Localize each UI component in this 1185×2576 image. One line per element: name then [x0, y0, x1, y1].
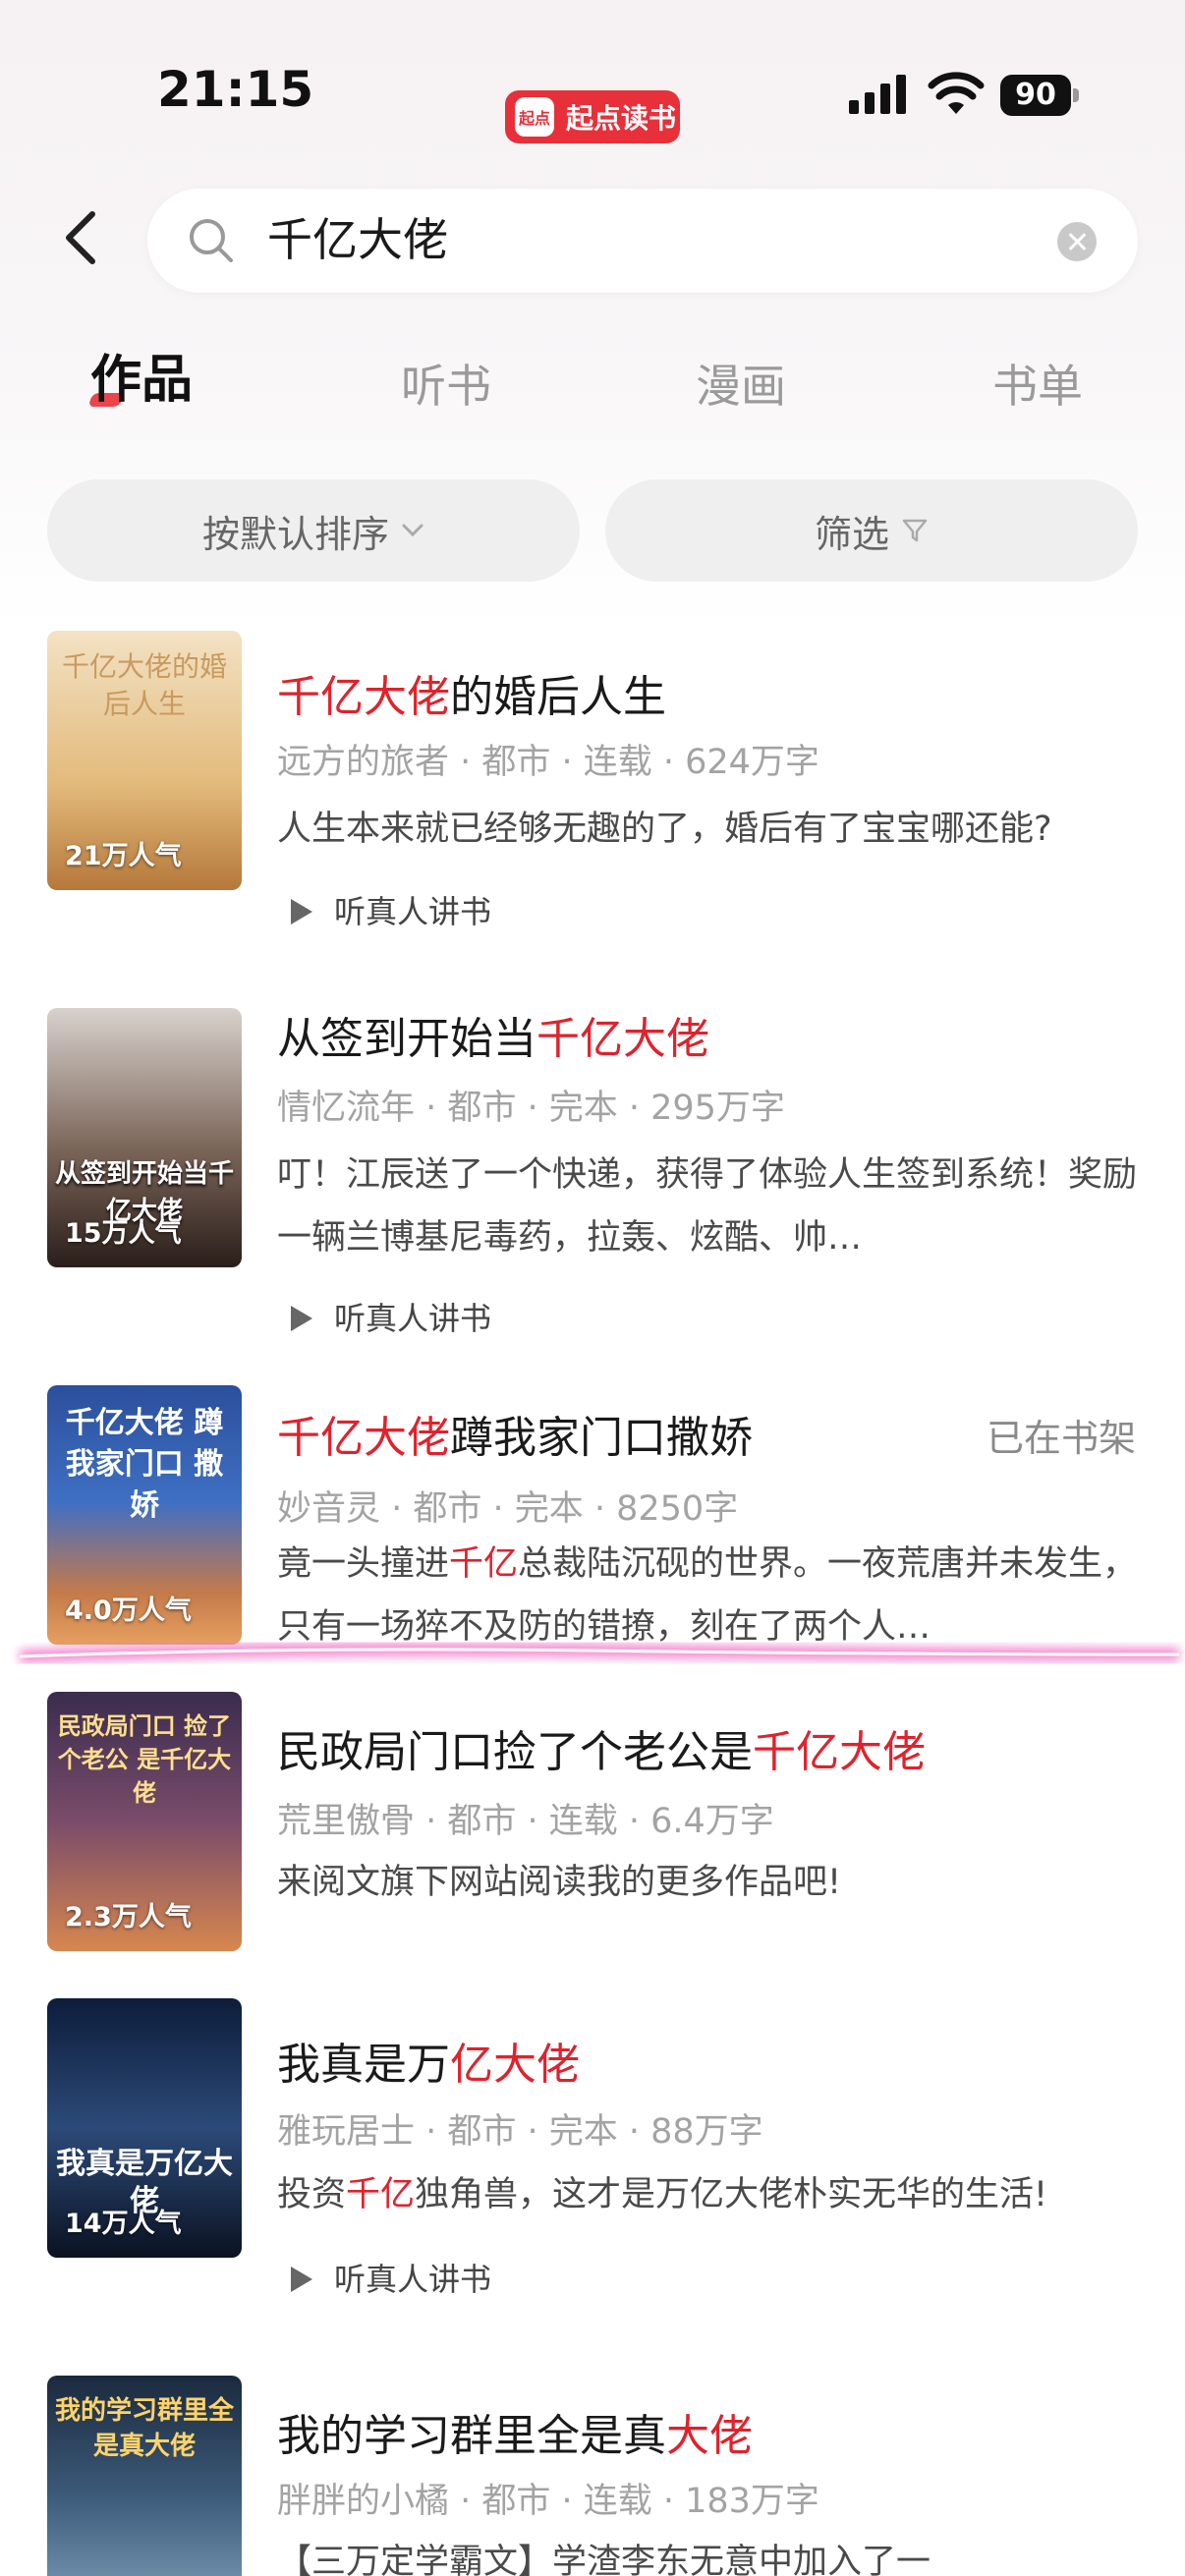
battery-icon: 90 [1000, 75, 1079, 116]
popularity-badge: 21万人气 [65, 841, 182, 871]
sort-label: 按默认排序 [201, 512, 389, 556]
audio-button[interactable]: 听真人讲书 [287, 1297, 491, 1340]
audio-label: 听真人讲书 [334, 1300, 492, 1337]
audio-label: 听真人讲书 [334, 893, 492, 930]
on-shelf-label: 已在书架 [987, 1417, 1137, 1460]
popularity-badge: 14万人气 [65, 2209, 182, 2239]
filter-button[interactable]: 筛选 [605, 479, 1138, 582]
play-icon [291, 2267, 312, 2292]
book-description: 投资千亿独角兽，这才是万亿大佬朴实无华的生活! [277, 2175, 1048, 2214]
audio-label: 听真人讲书 [334, 2261, 492, 2298]
tab-booklists[interactable]: 书单 [992, 356, 1083, 417]
wifi-icon [928, 72, 985, 114]
book-meta: 远方的旅者 · 都市 · 连载 · 624万字 [277, 743, 819, 782]
funnel-icon [902, 519, 928, 542]
book-description: 【三万定学霸文】学渣李东无意中加入了一 [277, 2543, 931, 2576]
book-description: 叮！江辰送了一个快递，获得了体验人生签到系统！奖励一辆兰博基尼毒药，拉轰、炫酷、… [277, 1155, 1138, 1258]
book-cover[interactable]: 我真是万亿大佬 14万人气 [47, 1998, 242, 2258]
popularity-badge: 15万人气 [65, 1218, 182, 1249]
book-cover[interactable]: 从签到开始当千亿大佬 15万人气 [47, 1008, 242, 1267]
book-cover[interactable]: 民政局门口 捡了个老公 是千亿大佬 2.3万人气 [47, 1692, 242, 1951]
tab-works[interactable]: 作品 [90, 350, 193, 411]
book-cover[interactable]: 千亿大佬 蹲我家门口 撒娇 4.0万人气 [47, 1385, 242, 1645]
book-title[interactable]: 从签到开始当千亿大佬 [277, 1010, 709, 1069]
cover-title: 千亿大佬的婚后人生 [61, 650, 227, 720]
filter-label: 筛选 [814, 512, 889, 556]
tab-audiobooks[interactable]: 听书 [401, 356, 491, 417]
app-name: 起点读书 [566, 102, 677, 135]
search-query[interactable]: 千亿大佬 [267, 210, 448, 269]
highlight-stroke [19, 1642, 1180, 1663]
book-title[interactable]: 千亿大佬的婚后人生 [277, 668, 666, 727]
search-icon [190, 219, 233, 262]
popularity-badge: 2.3万人气 [65, 1902, 192, 1932]
popularity-badge: 4.0万人气 [65, 1596, 192, 1626]
book-title[interactable]: 我的学习群里全是真大佬 [277, 2407, 753, 2466]
cellular-signal-icon [849, 75, 906, 114]
book-meta: 情忆流年 · 都市 · 完本 · 295万字 [277, 1089, 785, 1128]
app-badge[interactable]: 起点 起点读书 [505, 90, 680, 143]
play-icon [291, 899, 312, 924]
audio-button[interactable]: 听真人讲书 [287, 2258, 491, 2301]
book-meta: 妙音灵 · 都市 · 完本 · 8250字 [277, 1489, 739, 1529]
app-logo-icon: 起点 [515, 97, 554, 137]
book-title[interactable]: 我真是万亿大佬 [277, 2036, 580, 2095]
play-icon [291, 1306, 312, 1331]
book-meta: 荒里傲骨 · 都市 · 连载 · 6.4万字 [277, 1802, 774, 1841]
book-title[interactable]: 民政局门口捡了个老公是千亿大佬 [277, 1723, 926, 1782]
book-description: 人生本来就已经够无趣的了，婚后有了宝宝哪还能? [277, 810, 1052, 849]
battery-level: 90 [1000, 75, 1071, 116]
book-cover[interactable]: 千亿大佬的婚后人生 21万人气 [47, 631, 242, 890]
audio-button[interactable]: 听真人讲书 [287, 890, 491, 933]
book-title[interactable]: 千亿大佬蹲我家门口撒娇 [277, 1409, 753, 1468]
book-meta: 雅玩居士 · 都市 · 完本 · 88万字 [277, 2112, 763, 2152]
search-input[interactable]: 千亿大佬 [147, 189, 1138, 293]
status-time: 21:15 [157, 61, 314, 118]
tab-comics[interactable]: 漫画 [696, 356, 786, 417]
book-meta: 胖胖的小橘 · 都市 · 连载 · 183万字 [277, 2482, 819, 2521]
cover-title: 民政局门口 捡了个老公 是千亿大佬 [57, 1712, 232, 1807]
book-cover[interactable]: 我的学习群里全是真大佬 [47, 2376, 242, 2576]
back-arrow-icon[interactable] [57, 208, 106, 267]
cover-title: 千亿大佬 蹲我家门口 撒娇 [65, 1406, 224, 1523]
book-description: 来阅文旗下网站阅读我的更多作品吧! [277, 1863, 842, 1902]
sort-button[interactable]: 按默认排序 [47, 479, 580, 582]
clear-icon[interactable] [1057, 222, 1097, 261]
chevron-down-icon [402, 524, 423, 537]
cover-title: 我的学习群里全是真大佬 [55, 2396, 235, 2461]
